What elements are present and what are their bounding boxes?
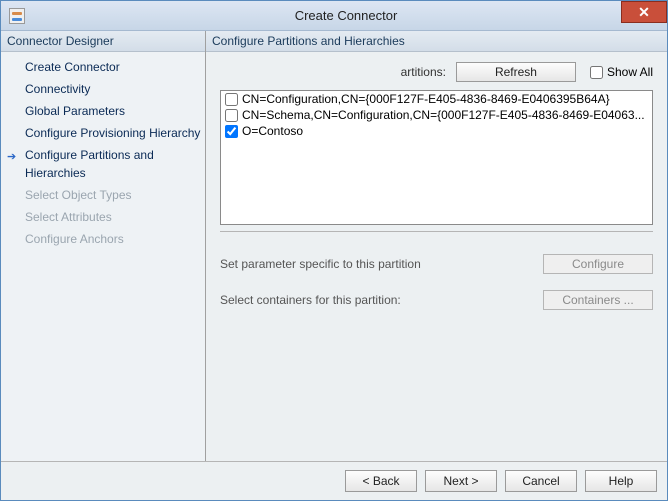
app-icon — [9, 8, 25, 24]
sidebar-item-anchors: Configure Anchors — [1, 228, 205, 250]
partition-checkbox[interactable] — [225, 93, 238, 106]
containers-button: Containers ... — [543, 290, 653, 310]
nav-label: Global Parameters — [25, 104, 125, 118]
sidebar: Connector Designer Create Connector Conn… — [1, 31, 206, 461]
nav-label: Configure Anchors — [25, 232, 124, 246]
sidebar-item-partitions-hierarchies[interactable]: ➔ Configure Partitions and Hierarchies — [1, 144, 205, 184]
arrow-right-icon: ➔ — [7, 148, 16, 166]
close-icon: ✕ — [638, 4, 650, 21]
partition-checkbox[interactable] — [225, 125, 238, 138]
param-row-containers: Select containers for this partition: Co… — [220, 290, 653, 310]
param-label: Set parameter specific to this partition — [220, 257, 543, 271]
param-row-configure: Set parameter specific to this partition… — [220, 254, 653, 274]
partition-text: O=Contoso — [242, 124, 303, 138]
param-label: Select containers for this partition: — [220, 293, 543, 307]
window-title: Create Connector — [25, 8, 667, 23]
nav-label: Configure Partitions and Hierarchies — [25, 148, 154, 180]
sidebar-item-create-connector[interactable]: Create Connector — [1, 56, 205, 78]
close-button[interactable]: ✕ — [621, 1, 667, 23]
partition-row[interactable]: CN=Configuration,CN={000F127F-E405-4836-… — [221, 91, 652, 107]
nav-label: Select Attributes — [25, 210, 112, 224]
partitions-label-truncated: artitions: — [220, 65, 448, 79]
titlebar: Create Connector ✕ — [1, 1, 667, 31]
partition-row[interactable]: CN=Schema,CN=Configuration,CN={000F127F-… — [221, 107, 652, 123]
partitions-top-row: artitions: Refresh Show All — [220, 62, 653, 82]
partition-params: Set parameter specific to this partition… — [220, 231, 653, 326]
partition-text: CN=Configuration,CN={000F127F-E405-4836-… — [242, 92, 610, 106]
partition-checkbox[interactable] — [225, 109, 238, 122]
cancel-button[interactable]: Cancel — [505, 470, 577, 492]
sidebar-item-object-types: Select Object Types — [1, 184, 205, 206]
main-header: Configure Partitions and Hierarchies — [206, 31, 667, 52]
nav-label: Select Object Types — [25, 188, 132, 202]
show-all-wrapper[interactable]: Show All — [584, 65, 653, 79]
configure-button: Configure — [543, 254, 653, 274]
sidebar-item-connectivity[interactable]: Connectivity — [1, 78, 205, 100]
next-button[interactable]: Next > — [425, 470, 497, 492]
main: Configure Partitions and Hierarchies art… — [206, 31, 667, 461]
sidebar-nav: Create Connector Connectivity Global Par… — [1, 52, 205, 250]
sidebar-item-global-parameters[interactable]: Global Parameters — [1, 100, 205, 122]
nav-label: Configure Provisioning Hierarchy — [25, 126, 200, 140]
show-all-checkbox[interactable] — [590, 66, 603, 79]
main-content: artitions: Refresh Show All CN=Configura… — [206, 52, 667, 461]
help-button[interactable]: Help — [585, 470, 657, 492]
nav-label: Create Connector — [25, 60, 120, 74]
body: Connector Designer Create Connector Conn… — [1, 31, 667, 461]
wizard-footer: < Back Next > Cancel Help — [1, 461, 667, 500]
back-button[interactable]: < Back — [345, 470, 417, 492]
sidebar-header: Connector Designer — [1, 31, 205, 52]
refresh-button[interactable]: Refresh — [456, 62, 576, 82]
show-all-label: Show All — [607, 65, 653, 79]
partitions-listbox[interactable]: CN=Configuration,CN={000F127F-E405-4836-… — [220, 90, 653, 225]
sidebar-item-provisioning-hierarchy[interactable]: Configure Provisioning Hierarchy — [1, 122, 205, 144]
nav-label: Connectivity — [25, 82, 90, 96]
partition-row[interactable]: O=Contoso — [221, 123, 652, 139]
partition-text: CN=Schema,CN=Configuration,CN={000F127F-… — [242, 108, 645, 122]
sidebar-item-attributes: Select Attributes — [1, 206, 205, 228]
window: Create Connector ✕ Connector Designer Cr… — [0, 0, 668, 501]
